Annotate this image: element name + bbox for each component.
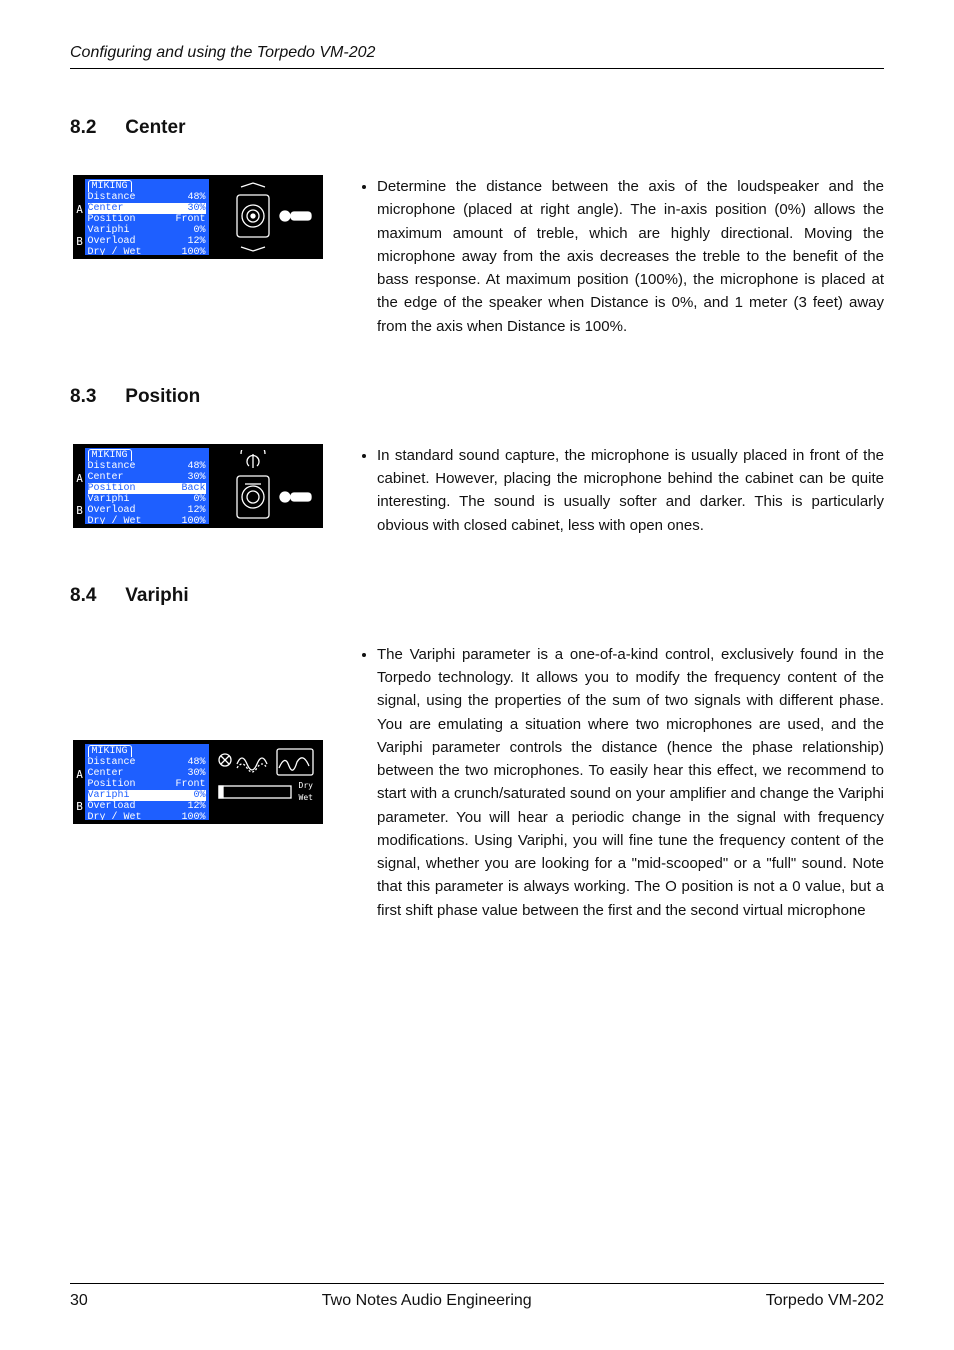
- page-number: 30: [70, 1292, 88, 1310]
- row-center-val: 30%: [187, 768, 205, 779]
- channel-a-label: A: [76, 203, 84, 216]
- footer-center: Two Notes Audio Engineering: [322, 1292, 532, 1310]
- lcd-title: MIKING: [88, 449, 132, 461]
- channel-a-label: A: [76, 472, 84, 485]
- row-overload-val: 12%: [187, 801, 205, 812]
- footer-right: Torpedo VM-202: [766, 1292, 884, 1310]
- row-center-val: 30%: [187, 203, 205, 214]
- miking-fig-variphi: A B MIKING Distance 48% Center 30% Positio…: [73, 740, 323, 824]
- header-rule: [70, 68, 884, 69]
- row-center-label: Center: [88, 768, 124, 779]
- section-8-3-name: Position: [125, 386, 200, 407]
- lcd-screen: MIKING Distance 48% Center 30% Position Fro…: [85, 179, 209, 255]
- section-8-3-title: 8.3 Position: [70, 386, 884, 408]
- row-position-val: Front: [175, 214, 205, 225]
- section-8-2-title: 8.2 Center: [70, 117, 884, 139]
- row-distance-label: Distance: [88, 192, 136, 203]
- row-drywet-val: 100%: [181, 247, 205, 255]
- row-overload-label: Overload: [88, 236, 136, 247]
- lcd-screen: MIKING Distance 48% Center 30% Position Bac…: [85, 448, 209, 524]
- row-variphi-label: Variphi: [88, 225, 130, 236]
- channel-a-label: A: [76, 768, 84, 781]
- running-header: Configuring and using the Torpedo VM-202: [70, 44, 884, 62]
- lcd-screen: MIKING Distance 48% Center 30% Position Fro…: [85, 744, 209, 820]
- row-position-label: Position: [88, 483, 136, 494]
- section-8-2-num: 8.2: [70, 117, 120, 139]
- speaker-mic-back-diagram-icon: [215, 450, 317, 522]
- speaker-mic-diagram-icon: [215, 181, 317, 253]
- row-position-label: Position: [88, 779, 136, 790]
- row-variphi-label: Variphi: [88, 494, 130, 505]
- lcd-title: MIKING: [88, 180, 132, 192]
- miking-fig-position: A B MIKING Distance 48% Center 30% Positio…: [73, 444, 323, 528]
- row-drywet-label: Dry / Wet: [88, 516, 142, 524]
- row-variphi-val: 0%: [193, 494, 205, 505]
- section-8-4-name: Variphi: [125, 585, 188, 606]
- row-position-label: Position: [88, 214, 136, 225]
- row-center-val: 30%: [187, 472, 205, 483]
- dry-label: Dry: [298, 781, 313, 790]
- section-8-3-bullet: In standard sound capture, the microphon…: [377, 444, 884, 537]
- row-position-val: Back: [181, 483, 205, 494]
- row-center-label: Center: [88, 472, 124, 483]
- row-distance-val: 48%: [187, 757, 205, 768]
- row-overload-val: 12%: [187, 236, 205, 247]
- row-overload-label: Overload: [88, 801, 136, 812]
- channel-b-label: B: [76, 235, 84, 248]
- row-variphi-val: 0%: [193, 225, 205, 236]
- row-center-label: Center: [88, 203, 124, 214]
- row-distance-val: 48%: [187, 461, 205, 472]
- section-8-2-name: Center: [125, 117, 185, 138]
- section-8-4-bullet: The Variphi parameter is a one-of-a-kind…: [377, 643, 884, 922]
- miking-fig-center: A B MIKING Distance 48% Center 30% Positio…: [73, 175, 323, 259]
- row-overload-val: 12%: [187, 505, 205, 516]
- row-drywet-label: Dry / Wet: [88, 247, 142, 255]
- wet-label: Wet: [298, 793, 313, 802]
- row-variphi-val: 0%: [193, 790, 205, 801]
- row-drywet-val: 100%: [181, 812, 205, 820]
- section-8-2-bullet: Determine the distance between the axis …: [377, 175, 884, 338]
- variphi-diagram-icon: Dry Wet: [215, 746, 317, 818]
- channel-b-label: B: [76, 504, 84, 517]
- row-variphi-label: Variphi: [88, 790, 130, 801]
- footer-rule: [70, 1283, 884, 1284]
- channel-b-label: B: [76, 800, 84, 813]
- section-8-3-num: 8.3: [70, 386, 120, 408]
- section-8-4-title: 8.4 Variphi: [70, 585, 884, 607]
- section-8-4-num: 8.4: [70, 585, 120, 607]
- row-distance-label: Distance: [88, 757, 136, 768]
- row-drywet-val: 100%: [181, 516, 205, 524]
- lcd-title: MIKING: [88, 745, 132, 757]
- row-overload-label: Overload: [88, 505, 136, 516]
- row-drywet-label: Dry / Wet: [88, 812, 142, 820]
- row-distance-label: Distance: [88, 461, 136, 472]
- row-position-val: Front: [175, 779, 205, 790]
- row-distance-val: 48%: [187, 192, 205, 203]
